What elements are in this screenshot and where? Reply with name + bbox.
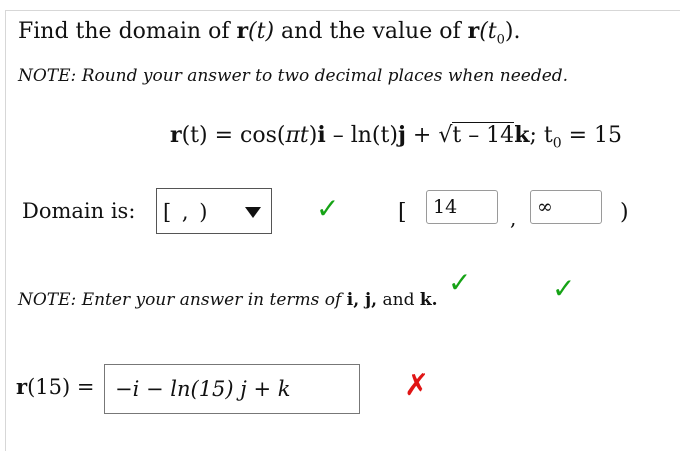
domain-lower-input[interactable]: 14: [426, 190, 498, 224]
eq-pi-t: πt: [285, 123, 309, 148]
eq-plus: +: [405, 123, 439, 148]
title-r-vector: r: [236, 18, 249, 44]
terms-note-and: and: [377, 290, 420, 310]
eq-lhs-rest: (t) = cos(: [181, 123, 286, 148]
value-label: r(15) =: [16, 374, 94, 399]
eq-sqrt-body: t – 14: [452, 122, 515, 148]
eq-i: i: [317, 122, 326, 148]
lower-bound-check-icon: ✓: [448, 266, 472, 299]
domain-type-check-icon: ✓: [316, 192, 340, 225]
title-t0-sub: 0: [496, 32, 505, 48]
title-middle: and the value of: [274, 19, 468, 44]
interval-type-value: [ , ): [163, 200, 210, 224]
value-answer-input[interactable]: −i − ln(15) j + k: [104, 364, 360, 414]
upper-bound-check-icon: ✓: [552, 272, 576, 305]
question-title: Find the domain of r(t) and the value of…: [18, 18, 520, 47]
eq-ln: – ln(t): [325, 123, 398, 148]
eq-t0-sub: 0: [552, 135, 562, 152]
vector-equation: r(t) = cos(πt)i – ln(t)j + √t – 14k; t0 …: [170, 122, 622, 151]
chevron-down-icon: [245, 207, 261, 218]
eq-r: r: [170, 122, 182, 148]
domain-right-bracket: ): [620, 200, 629, 225]
value-cross-icon: ✗: [404, 368, 430, 403]
eq-t0-value: = 15: [561, 123, 623, 148]
title-prefix: Find the domain of: [18, 19, 237, 44]
title-end: ).: [504, 19, 521, 44]
eq-sqrt-symbol: √: [438, 123, 453, 148]
title-r-vector-2: r: [467, 18, 480, 44]
rounding-note: NOTE: Round your answer to two decimal p…: [18, 66, 569, 86]
title-t-arg: (t): [248, 19, 275, 44]
value-label-rest: (15) =: [27, 375, 95, 399]
eq-k: k: [514, 122, 530, 148]
terms-note-k: k.: [419, 290, 438, 310]
terms-note: NOTE: Enter your answer in terms of i, j…: [18, 290, 438, 310]
terms-note-vectors: i, j,: [346, 290, 378, 310]
domain-label: Domain is:: [22, 199, 136, 223]
domain-upper-input[interactable]: ∞: [530, 190, 602, 224]
eq-j: j: [397, 122, 406, 148]
domain-comma: ,: [510, 206, 517, 230]
value-label-r: r: [16, 374, 28, 399]
title-t0-arg: (t: [479, 19, 497, 44]
interval-type-select[interactable]: [ , ): [156, 188, 272, 234]
terms-note-prefix: NOTE: Enter your answer in terms of: [18, 290, 347, 310]
eq-t0-label: ; t: [529, 123, 553, 148]
domain-left-bracket: [: [398, 200, 407, 225]
